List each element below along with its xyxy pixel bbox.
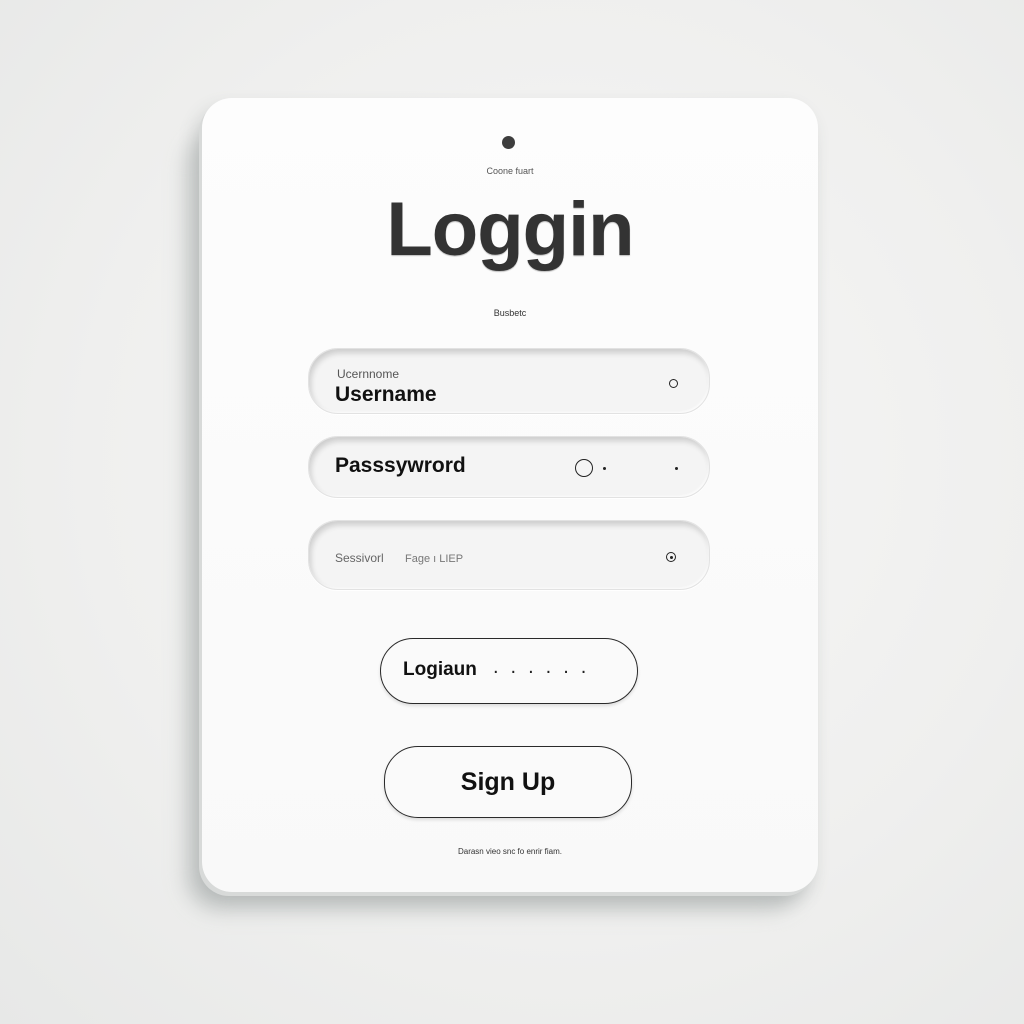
dot-icon — [675, 467, 678, 470]
signup-button[interactable]: Sign Up — [384, 746, 632, 818]
dot-icon — [603, 467, 606, 470]
top-caption: Coone fuart — [486, 166, 534, 176]
footer-text: Darasn vieo snc fo enrir fiam. — [457, 847, 563, 856]
username-value: Username — [335, 383, 437, 406]
password-field[interactable]: Passsywrord — [308, 436, 710, 498]
session-field[interactable]: Sessivorl Fage ı LIEP — [308, 520, 710, 590]
session-hint: Fage ı LIEP — [405, 553, 464, 565]
target-center-dot — [669, 555, 673, 559]
login-button-dots: ...... — [493, 656, 599, 678]
page-subtitle: Busbetc — [493, 308, 527, 318]
camera-dot-icon — [502, 136, 515, 149]
page-title: Loggin — [386, 187, 634, 272]
username-placeholder: Ucernnome — [337, 367, 400, 381]
username-field[interactable]: Ucernnome Username — [308, 348, 710, 414]
password-value: Passsywrord — [335, 454, 466, 477]
signup-button-label: Sign Up — [460, 768, 556, 796]
circle-icon — [669, 379, 678, 388]
session-label: Sessivorl — [335, 551, 384, 565]
login-button[interactable]: Logiaun ...... — [380, 638, 638, 704]
toggle-visibility-icon[interactable] — [575, 459, 593, 477]
login-button-label: Logiaun — [403, 659, 477, 680]
